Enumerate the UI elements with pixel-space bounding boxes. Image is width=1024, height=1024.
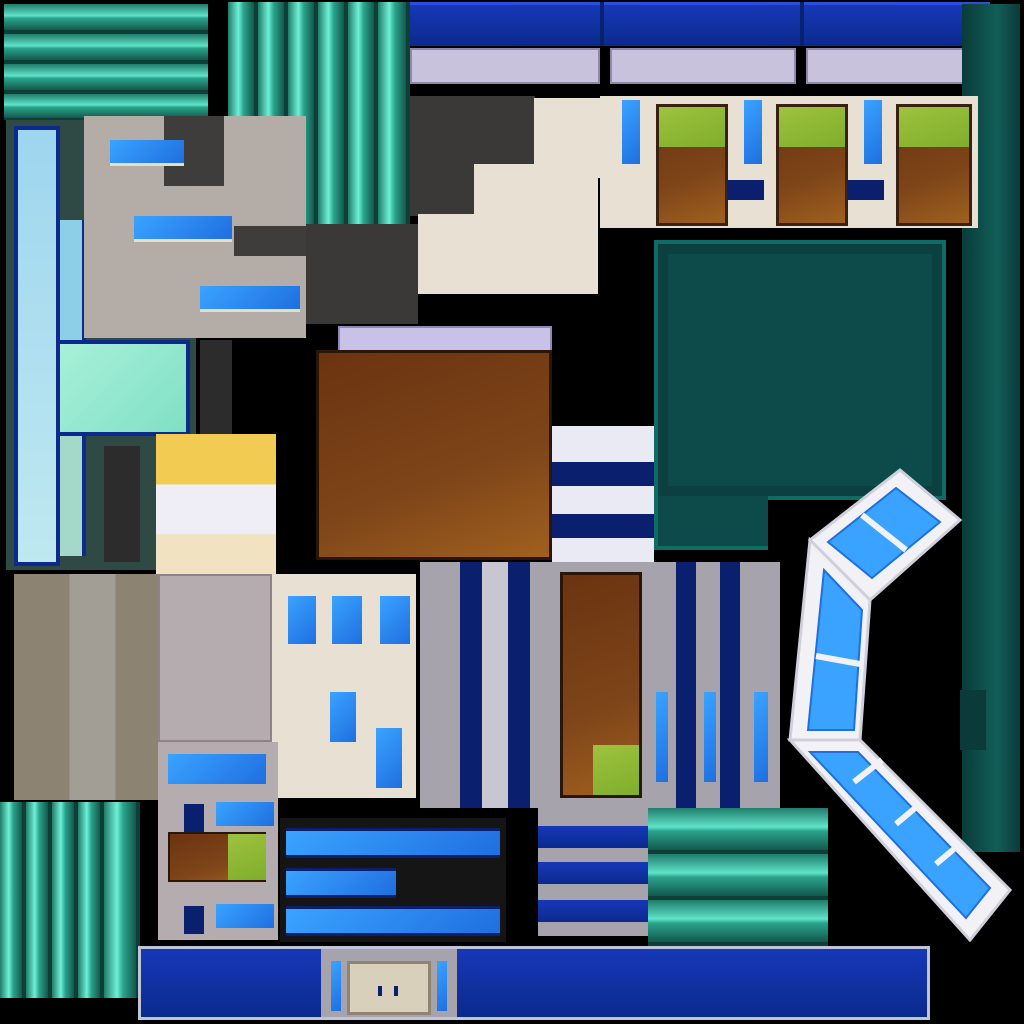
window-band: [286, 906, 500, 936]
teal-column: [378, 2, 408, 224]
cream-stepped-roof: [418, 214, 598, 294]
ledge: [538, 900, 648, 922]
window-band: [286, 868, 396, 898]
grass-patch: [779, 107, 845, 147]
storefront-door: [560, 572, 642, 798]
cream-facade-windows: [272, 574, 416, 798]
storefront-facade: [420, 562, 780, 808]
facade-window: [332, 596, 362, 644]
dark-wall-panel: [306, 224, 418, 324]
brown-ground-patch: [316, 350, 552, 560]
base-door-frame: [321, 949, 457, 1017]
door-panels-with-grass: [600, 96, 978, 228]
teal-column: [0, 802, 24, 998]
facade-pillar: [460, 562, 482, 808]
dark-teal-fragment: [960, 690, 986, 750]
trim-divider: [600, 2, 604, 46]
door-window: [622, 100, 640, 164]
facade-window-strip: [704, 692, 716, 782]
teal-column: [348, 2, 376, 224]
door-sign: [846, 180, 884, 200]
teal-column: [26, 802, 50, 998]
facade-pillar: [676, 562, 696, 808]
window-band: [200, 286, 300, 312]
facade-window: [288, 596, 316, 644]
door-handle: [394, 986, 398, 996]
dark-gray-bar: [200, 340, 232, 434]
teal-strip: [4, 4, 208, 32]
base-door: [347, 961, 431, 1015]
grass-patch: [899, 107, 969, 147]
facade-window-strip: [656, 692, 668, 782]
facade-window-strip: [754, 692, 768, 782]
teal-strip: [4, 34, 208, 62]
grass-patch: [228, 834, 266, 880]
teal-roof-strips: [4, 4, 208, 120]
door-handle: [378, 986, 382, 996]
trim-lavender-band: [410, 48, 600, 84]
facade-pillar: [508, 562, 530, 808]
gray-window-panel: [158, 742, 278, 940]
gray-wall-with-windows: [84, 116, 306, 338]
tower-brace: [60, 436, 86, 556]
door-sign: [726, 180, 764, 200]
blue-white-stripes: [552, 426, 654, 566]
grass-door-panel: [896, 104, 972, 226]
window-row: [168, 754, 266, 784]
facade-window: [376, 728, 402, 788]
door-grass-corner: [593, 745, 639, 795]
walkway-lower-arm: [786, 738, 1013, 943]
teal-column: [104, 802, 138, 998]
base-door-window: [331, 961, 341, 1011]
base-door-window: [437, 961, 447, 1011]
tower-spine: [14, 126, 60, 566]
stripe: [552, 462, 654, 486]
yellow-white-facade: [156, 434, 276, 576]
door-window: [744, 100, 762, 164]
trim-blue-band: [410, 2, 990, 46]
grass-door-panel: [168, 832, 266, 882]
grass-door-panel: [656, 104, 728, 226]
facade-window: [330, 692, 356, 742]
small-door: [184, 804, 204, 834]
grass-patch: [659, 107, 725, 147]
grass-door-panel: [776, 104, 848, 226]
tan-gray-wall: [14, 574, 158, 800]
navy-base-with-door: [138, 946, 930, 1020]
teal-strip: [4, 64, 208, 92]
window-row: [216, 904, 274, 928]
dark-teal-roof-panel-tail: [654, 496, 768, 550]
texture-atlas: [0, 0, 1024, 1024]
tower-window-panel: [56, 340, 190, 436]
wall-dark-panel: [234, 226, 306, 256]
door-window: [864, 100, 882, 164]
teal-column: [52, 802, 76, 998]
facade-window: [380, 596, 410, 644]
trim-lavender-band: [610, 48, 796, 84]
blue-window-bands: [280, 818, 506, 942]
facade-pillar: [720, 562, 740, 808]
navy-ledges: [538, 806, 648, 936]
small-door: [184, 906, 204, 934]
window-row: [216, 802, 274, 826]
stripe: [552, 514, 654, 538]
teal-column-panels: [0, 802, 140, 998]
window-band: [286, 828, 500, 858]
teal-column: [78, 802, 102, 998]
facade-light-pillar: [482, 562, 508, 808]
tower-brace: [60, 220, 86, 340]
window-band: [134, 216, 232, 242]
cream-stepped-roof: [534, 98, 602, 178]
lavender-ledge: [338, 326, 552, 352]
teal-column: [318, 2, 346, 224]
ledge: [538, 826, 648, 848]
window-band: [110, 140, 184, 166]
dark-gray-bar: [104, 446, 140, 562]
lavender-gray-panel: [158, 574, 272, 742]
ledge: [538, 862, 648, 884]
trim-lavender-band: [806, 48, 986, 84]
blue-roof-trim: [410, 2, 990, 88]
trim-divider: [800, 2, 804, 46]
